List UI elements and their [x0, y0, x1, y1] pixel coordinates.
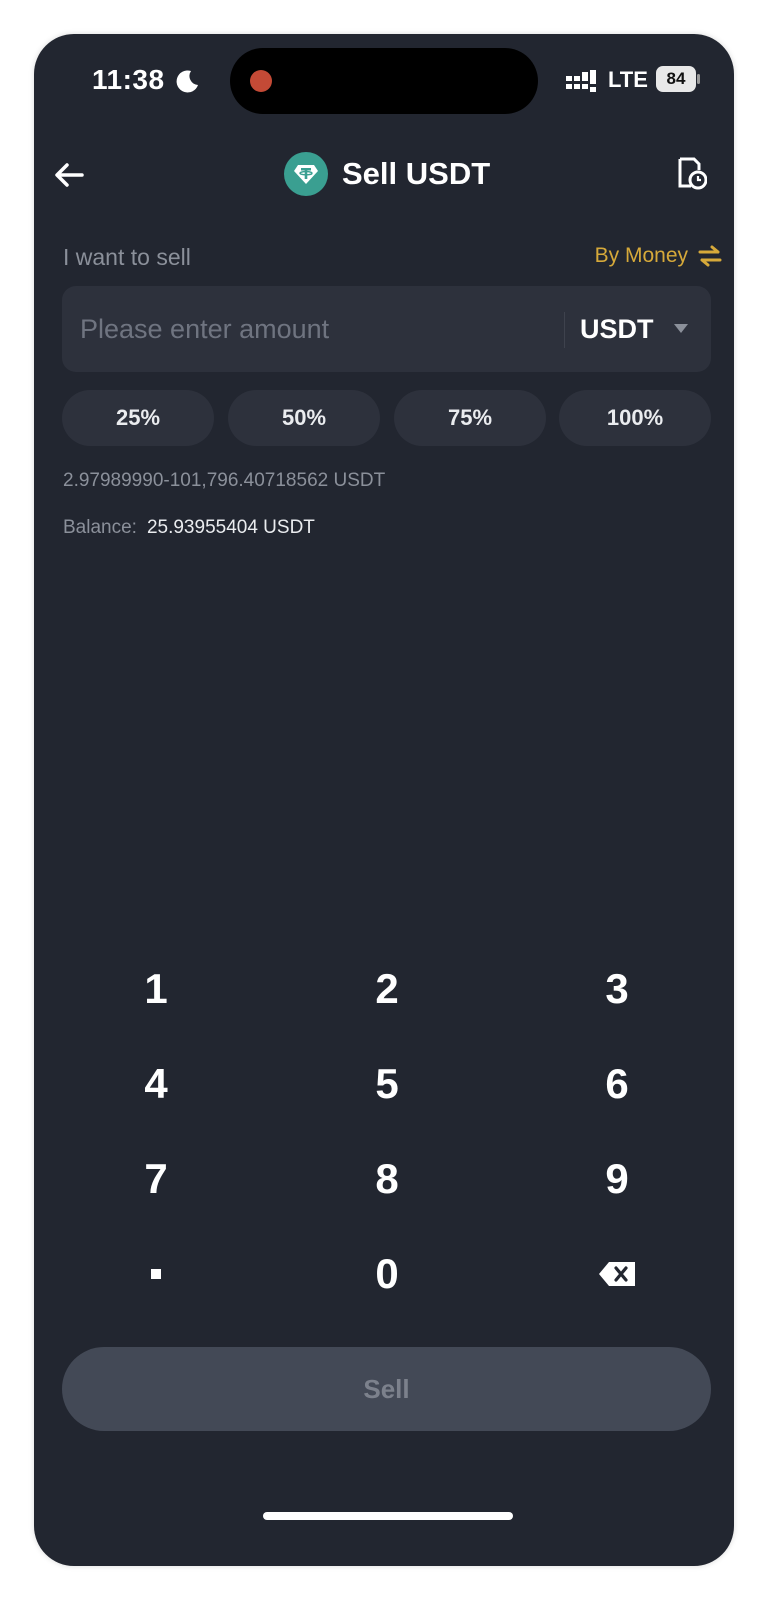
title-group: Sell USDT: [284, 150, 490, 198]
amount-input[interactable]: [80, 286, 540, 372]
key-backspace[interactable]: [527, 1234, 707, 1314]
by-money-label: By Money: [594, 244, 688, 267]
percent-25-button[interactable]: 25%: [62, 390, 214, 446]
key-4[interactable]: 4: [66, 1044, 246, 1124]
battery-cap: [697, 74, 700, 84]
moon-icon: [176, 70, 198, 93]
amount-field-container: USDT: [62, 286, 711, 372]
key-7[interactable]: 7: [66, 1139, 246, 1219]
key-2[interactable]: 2: [297, 949, 477, 1029]
by-money-toggle[interactable]: By Money: [595, 244, 722, 268]
signal-icon: [566, 70, 596, 92]
key-6[interactable]: 6: [527, 1044, 707, 1124]
network-type: LTE: [608, 67, 648, 92]
recording-dot-icon: [250, 70, 272, 92]
amount-range: 2.97989990-101,796.40718562 USDT: [63, 470, 386, 491]
key-decimal[interactable]: [66, 1234, 246, 1314]
key-3[interactable]: 3: [527, 949, 707, 1029]
battery-icon: 84: [656, 66, 700, 92]
status-bar: 11:38 LTE 84: [34, 34, 734, 134]
sell-button[interactable]: Sell: [62, 1347, 711, 1431]
back-arrow-icon[interactable]: [52, 158, 86, 192]
decimal-point-icon: [151, 1269, 161, 1279]
tether-coin-icon: [284, 152, 328, 196]
want-to-sell-label: I want to sell: [63, 244, 191, 270]
key-1[interactable]: 1: [66, 949, 246, 1029]
percent-75-button[interactable]: 75%: [394, 390, 546, 446]
backspace-icon: [599, 1262, 635, 1286]
field-divider: [564, 312, 565, 348]
page-title: Sell USDT: [342, 156, 491, 191]
battery-level: 84: [656, 66, 696, 92]
key-8[interactable]: 8: [297, 1139, 477, 1219]
swap-icon: [698, 245, 722, 267]
key-5[interactable]: 5: [297, 1044, 477, 1124]
key-0[interactable]: 0: [297, 1234, 477, 1314]
status-time: 11:38: [92, 64, 165, 95]
currency-label: USDT: [580, 313, 654, 344]
percent-buttons: 25% 50% 75% 100%: [62, 390, 711, 446]
dynamic-island: [230, 48, 538, 114]
header: Sell USDT: [34, 144, 734, 204]
phone-screen: 11:38 LTE 84 Sell USDT I want to sell By…: [34, 34, 734, 1566]
balance-label: Balance:: [63, 517, 137, 538]
home-indicator[interactable]: [263, 1512, 513, 1520]
percent-50-button[interactable]: 50%: [228, 390, 380, 446]
balance-value: 25.93955404 USDT: [146, 517, 315, 538]
chevron-down-icon: [673, 324, 688, 333]
currency-select[interactable]: USDT: [580, 286, 688, 372]
balance-row: Balance: 25.93955404 USDT: [63, 517, 315, 539]
order-history-icon[interactable]: [677, 156, 707, 190]
key-9[interactable]: 9: [527, 1139, 707, 1219]
percent-100-button[interactable]: 100%: [559, 390, 711, 446]
